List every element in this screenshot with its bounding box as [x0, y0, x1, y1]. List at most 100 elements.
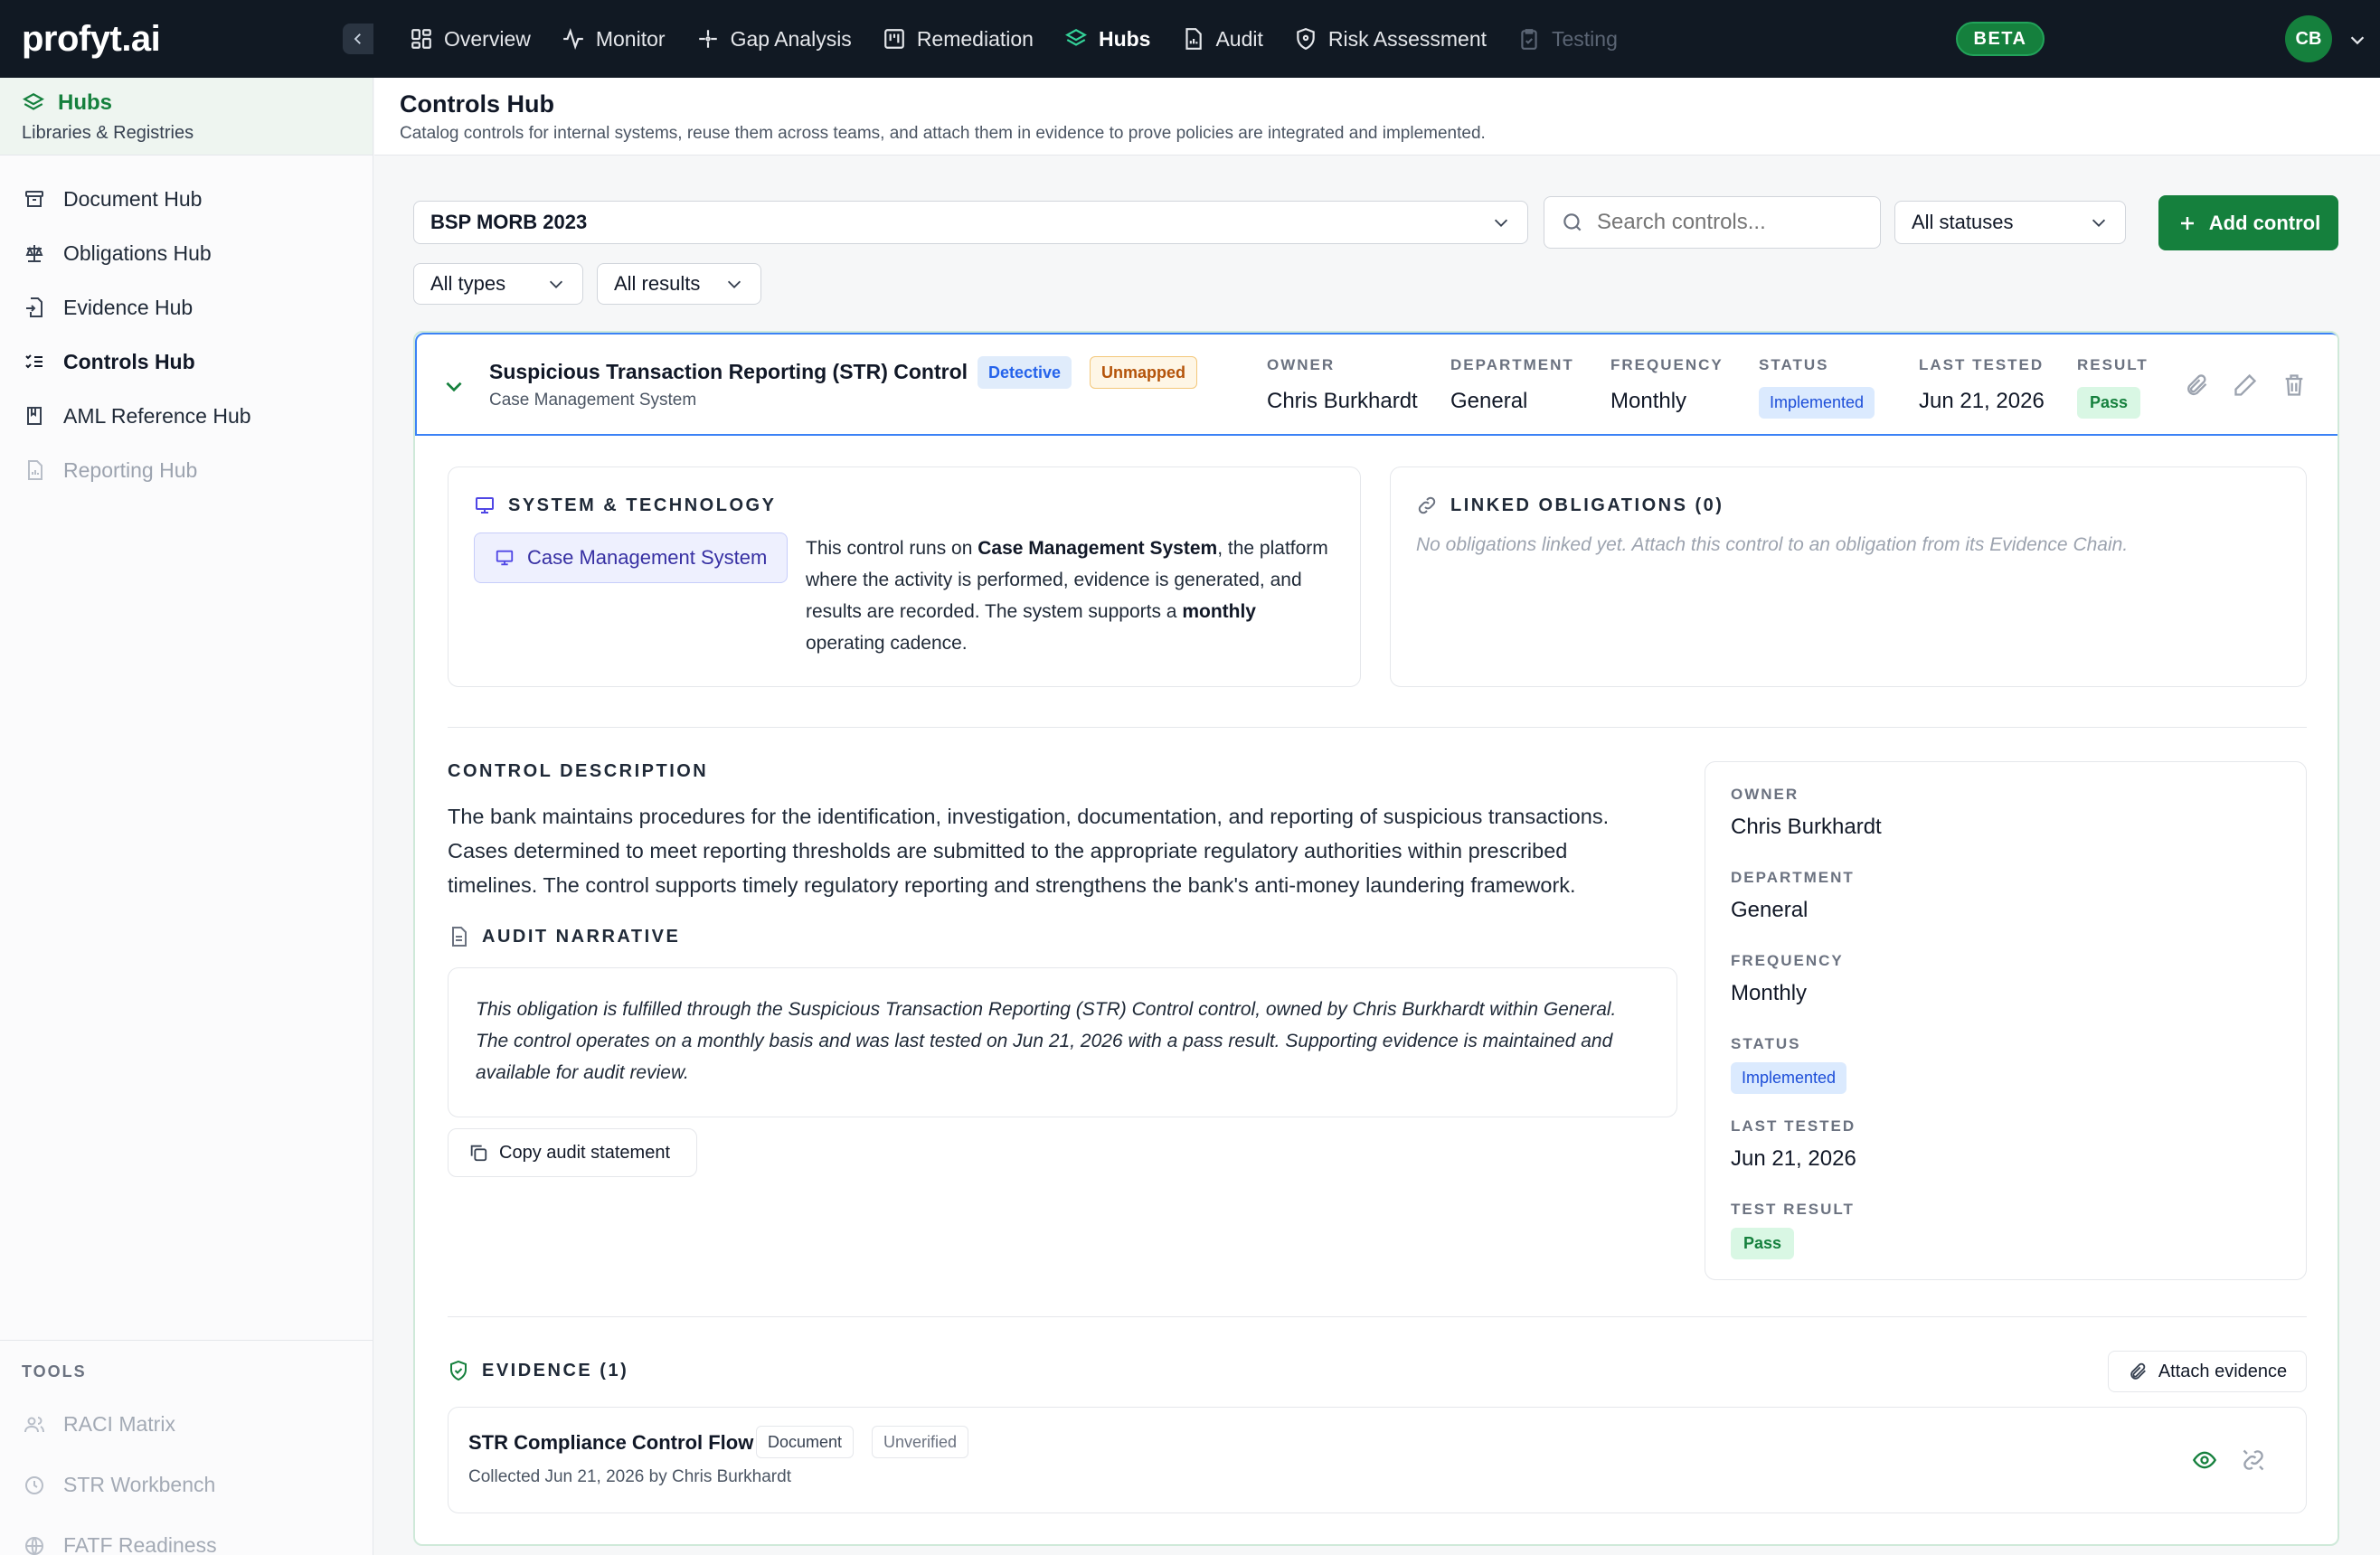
chevron-down-icon — [2092, 219, 2106, 227]
system-chip[interactable]: Case Management System — [474, 532, 789, 583]
tools-section: TOOLS RACI Matrix STR Workbench FATF Rea… — [0, 1340, 373, 1555]
control-description-text: The bank maintains procedures for the id… — [448, 805, 1610, 897]
collapse-sidebar-button[interactable] — [343, 24, 373, 54]
document-icon — [452, 927, 467, 947]
evidence-item[interactable]: STR Compliance Control Flow Document Unv… — [448, 1407, 2307, 1513]
book-icon — [27, 407, 42, 425]
nav-label: Gap Analysis — [730, 26, 852, 51]
sidebar: Hubs Libraries & Registries Document Hub… — [0, 78, 373, 1555]
chevron-down-icon[interactable] — [442, 374, 466, 398]
evidence-collected-text: Collected Jun 21, 2026 by Chris Burkhard… — [468, 1467, 791, 1486]
unlink-icon[interactable] — [2241, 1447, 2266, 1473]
divider — [448, 727, 2307, 728]
add-control-label: Add control — [2208, 211, 2321, 234]
nav-hubs[interactable]: Hubs — [1064, 0, 1150, 78]
search-input[interactable] — [1597, 210, 1868, 235]
tools-label: TOOLS — [22, 1362, 87, 1381]
sidebar-item-controls-hub[interactable]: Controls Hub — [0, 335, 373, 389]
nav-risk-assessment[interactable]: Risk Assessment — [1294, 0, 1487, 78]
sidebar-title-text: Hubs — [58, 90, 112, 115]
sidebar-item-evidence-hub[interactable]: Evidence Hub — [0, 280, 373, 335]
sidebar-item-label: Controls Hub — [63, 349, 195, 373]
attach-evidence-button[interactable]: Attach evidence — [2108, 1351, 2307, 1392]
details-department-label: DEPARTMENT — [1731, 869, 1855, 886]
file-import-icon — [26, 297, 42, 317]
nav-label: Audit — [1215, 26, 1263, 51]
control-row[interactable]: Suspicious Transaction Reporting (STR) C… — [415, 333, 2338, 436]
page-title: Controls Hub — [400, 90, 554, 118]
last-tested-column: LAST TESTED Jun 21, 2026 — [1919, 356, 2045, 414]
details-status-label: STATUS — [1731, 1035, 1801, 1052]
pencil-icon[interactable] — [2233, 372, 2258, 398]
add-control-button[interactable]: Add control — [2158, 195, 2338, 250]
framework-select[interactable]: BSP MORB 2023 — [413, 201, 1528, 244]
scale-icon — [25, 245, 43, 262]
frequency-column: FREQUENCY Monthly — [1610, 356, 1724, 414]
result-column: RESULT Pass — [2077, 356, 2149, 419]
system-text-part: This control runs on — [806, 538, 978, 559]
trash-icon[interactable] — [2281, 372, 2307, 398]
sidebar-item-document-hub[interactable]: Document Hub — [0, 172, 373, 226]
nav-overview[interactable]: Overview — [410, 0, 531, 78]
app-logo[interactable]: profyt.ai — [0, 0, 373, 78]
system-section-label-text: SYSTEM & TECHNOLOGY — [508, 495, 777, 515]
department-label: DEPARTMENT — [1450, 356, 1574, 373]
system-text-bold: monthly — [1182, 601, 1256, 622]
details-owner-value: Chris Burkhardt — [1731, 815, 1882, 839]
attach-evidence-label: Attach evidence — [2158, 1361, 2288, 1381]
status-select[interactable]: All statuses — [1894, 201, 2126, 244]
results-select[interactable]: All results — [597, 263, 761, 305]
copy-audit-statement-button[interactable]: Copy audit statement — [448, 1128, 697, 1177]
monitor-icon — [476, 497, 494, 514]
nav-label: Remediation — [916, 26, 1034, 51]
types-select[interactable]: All types — [413, 263, 583, 305]
page-header: Controls Hub Catalog controls for intern… — [374, 78, 2380, 156]
sidebar-item-label: Reporting Hub — [63, 457, 198, 482]
sidebar-item-obligations-hub[interactable]: Obligations Hub — [0, 226, 373, 280]
details-status-badge: Implemented — [1731, 1062, 1847, 1094]
sidebar-item-str-workbench: STR Workbench — [0, 1455, 373, 1515]
audit-narrative-text: This obligation is fulfilled through the… — [448, 967, 1677, 1117]
system-section-label: SYSTEM & TECHNOLOGY — [474, 495, 776, 516]
sparkle-icon — [698, 30, 717, 48]
nav-monitor[interactable]: Monitor — [562, 0, 666, 78]
status-label: STATUS — [1759, 356, 1829, 373]
user-avatar[interactable]: CB — [2285, 15, 2332, 62]
linked-section-label-text: LINKED OBLIGATIONS (0) — [1450, 495, 1724, 515]
linked-section-label: LINKED OBLIGATIONS (0) — [1416, 495, 1724, 516]
copy-audit-statement-label: Copy audit statement — [499, 1142, 670, 1163]
nav-remediation[interactable]: Remediation — [883, 0, 1034, 78]
paperclip-icon[interactable] — [2184, 372, 2209, 398]
chevron-down-icon[interactable] — [2347, 30, 2367, 50]
shield-check-icon — [450, 1360, 467, 1381]
details-test-result-label: TEST RESULT — [1731, 1201, 1855, 1218]
mapping-badge: Unmapped — [1090, 356, 1198, 389]
system-chip-label: Case Management System — [527, 546, 768, 569]
file-chart-icon — [28, 460, 42, 480]
nav-label: Risk Assessment — [1327, 26, 1487, 51]
top-navigation-bar: profyt.ai Overview Monitor Gap Analysis … — [0, 0, 2380, 78]
nav-label: Overview — [444, 26, 531, 51]
eye-icon[interactable] — [2192, 1447, 2217, 1473]
layers-icon — [23, 93, 44, 110]
last-tested-value: Jun 21, 2026 — [1919, 389, 2045, 413]
search-box[interactable] — [1544, 196, 1881, 249]
system-description: This control runs on Case Management Sys… — [806, 532, 1339, 659]
system-technology-panel: SYSTEM & TECHNOLOGY Case Management Syst… — [448, 466, 1361, 687]
globe-icon — [25, 1536, 43, 1555]
sidebar-subtitle: Libraries & Registries — [22, 123, 194, 143]
users-icon — [24, 1416, 44, 1432]
logo-text: profyt.ai — [22, 18, 161, 59]
search-icon — [1563, 213, 1582, 231]
details-last-tested-label: LAST TESTED — [1731, 1117, 1856, 1135]
nav-audit[interactable]: Audit — [1181, 0, 1263, 78]
file-chart-icon — [1185, 28, 1203, 50]
plus-icon — [2180, 216, 2194, 230]
sidebar-item-aml-reference-hub[interactable]: AML Reference Hub — [0, 389, 373, 443]
nav-gap-analysis[interactable]: Gap Analysis — [696, 0, 852, 78]
types-select-value: All types — [430, 272, 506, 295]
audit-narrative-label-text: AUDIT NARRATIVE — [482, 926, 681, 947]
sidebar-item-raci-matrix: RACI Matrix — [0, 1394, 373, 1455]
evidence-section-label-text: EVIDENCE (1) — [482, 1360, 629, 1381]
sidebar-item-label: FATF Readiness — [63, 1533, 217, 1555]
